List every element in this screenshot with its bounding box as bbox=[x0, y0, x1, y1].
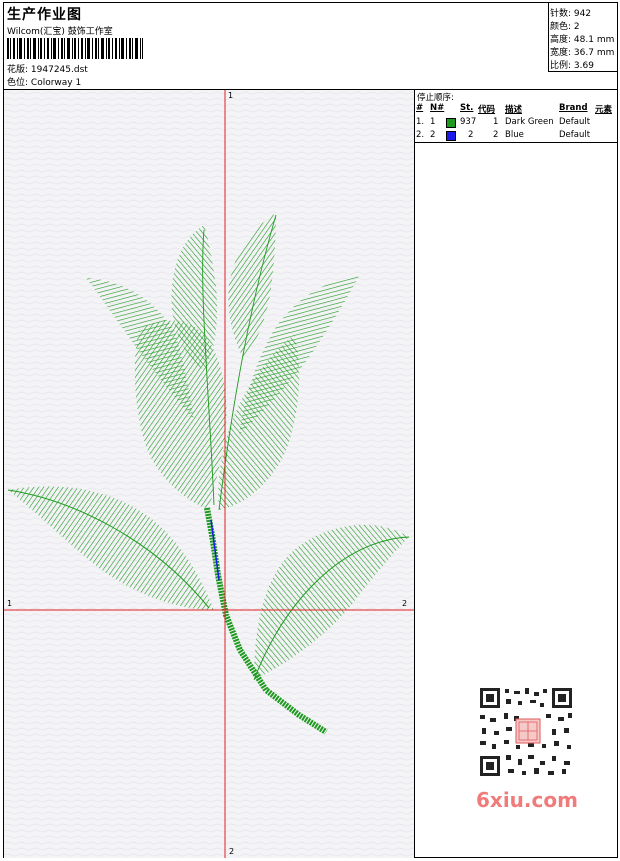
worksheet-header: 生产作业图 Wilcom(汇宝) 鼓饰工作室 花版: 1947245.dst 色… bbox=[4, 3, 618, 90]
design-stats-box: 针数: 942 颜色: 2 高度: 48.1 mm 宽度: 36.7 mm 比例… bbox=[548, 3, 618, 72]
embroidery-design bbox=[4, 90, 414, 858]
col-header-stitches: St. bbox=[460, 103, 474, 113]
qr-code bbox=[470, 683, 580, 781]
design-file-line: 花版: 1947245.dst bbox=[7, 62, 88, 75]
page-title: 生产作业图 bbox=[7, 7, 82, 23]
col-header-needle: N# bbox=[430, 103, 445, 113]
stat-stitches: 针数: 942 bbox=[550, 9, 592, 19]
col-header-element: 元素 bbox=[595, 105, 613, 115]
colorway-label: 色位: bbox=[7, 78, 29, 88]
color-swatch-green bbox=[446, 118, 456, 128]
stop-sequence-title: 停止顺序: bbox=[417, 93, 454, 103]
stat-height: 高度: 48.1 mm bbox=[550, 35, 615, 45]
axis-label-right: 2 bbox=[402, 599, 408, 608]
axis-label-left: 1 bbox=[7, 599, 13, 608]
col-header-description: 描述 bbox=[505, 105, 523, 115]
colorway-line: 色位: Colorway 1 bbox=[7, 75, 81, 88]
colorway-value: Colorway 1 bbox=[30, 78, 82, 88]
barcode bbox=[7, 38, 143, 59]
stat-width: 宽度: 36.7 mm bbox=[550, 48, 615, 58]
design-value: 1947245.dst bbox=[30, 65, 88, 75]
stop-sequence-table: 停止顺序: # N# St. 代码 描述 Brand 元素 1. 1 937 1… bbox=[415, 90, 617, 143]
col-header-code: 代码 bbox=[478, 105, 496, 115]
stat-colors: 颜色: 2 bbox=[550, 22, 580, 32]
watermark-text: 6xiu.com bbox=[476, 788, 578, 812]
design-label: 花版: bbox=[7, 65, 29, 75]
stat-ratio: 比例: 3.69 bbox=[550, 61, 594, 71]
axis-label-bottom: 2 bbox=[229, 847, 235, 856]
col-header-index: # bbox=[416, 103, 424, 113]
embroidery-preview-canvas: 1 2 1 2 bbox=[4, 90, 415, 858]
color-swatch-blue bbox=[446, 131, 456, 141]
axis-label-top: 1 bbox=[228, 91, 234, 100]
col-header-brand: Brand bbox=[559, 103, 588, 113]
company-name: Wilcom(汇宝) 鼓饰工作室 bbox=[7, 27, 113, 37]
